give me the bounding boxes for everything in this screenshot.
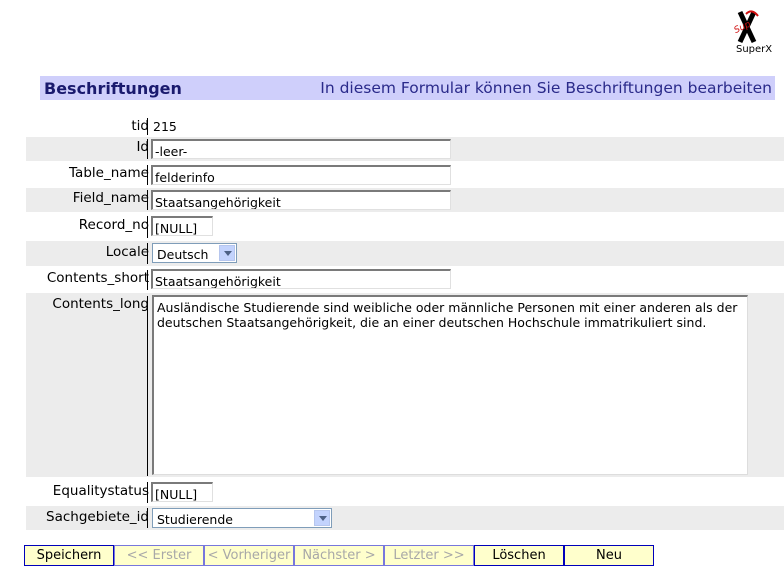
record-no-label: Record_no	[78, 217, 149, 233]
row-divider	[147, 296, 148, 476]
row-id: Id -leer-	[26, 137, 784, 161]
row-divider	[147, 118, 148, 135]
contents-short-field[interactable]: Staatsangehörigkeit	[151, 269, 451, 289]
form-header: Beschriftungen In diesem Formular können…	[40, 76, 775, 100]
sachgebiete-selected-value: Studierende	[157, 512, 233, 527]
chevron-down-icon[interactable]	[314, 510, 330, 526]
contents-long-label: Contents_long	[52, 296, 149, 312]
row-tid: tid 215	[26, 114, 784, 136]
save-button[interactable]: Speichern	[24, 545, 114, 566]
row-field-name: Field_name Staatsangehörigkeit	[26, 188, 784, 212]
locale-label: Locale	[105, 244, 149, 260]
row-equalitystatus: Equalitystatus [NULL]	[26, 478, 784, 505]
sachgebiete-id-label: Sachgebiete_id	[46, 509, 149, 525]
superx-logo-icon: Sup	[733, 10, 759, 44]
delete-button[interactable]: Löschen	[474, 545, 564, 566]
equalitystatus-label: Equalitystatus	[52, 483, 149, 499]
chevron-down-icon[interactable]	[219, 245, 235, 261]
new-button[interactable]: Neu	[564, 545, 654, 566]
page-subtitle: In diesem Formular können Sie Beschriftu…	[320, 79, 772, 97]
first-record-button[interactable]: << Erster	[114, 545, 204, 566]
row-divider	[147, 165, 148, 185]
sachgebiete-id-select[interactable]: Studierende	[152, 508, 332, 528]
row-divider	[147, 216, 148, 238]
row-divider	[147, 508, 148, 528]
row-divider	[147, 482, 148, 503]
contents-short-label: Contents_short	[46, 270, 149, 286]
field-name-label: Field_name	[72, 190, 149, 206]
equalitystatus-field[interactable]: [NULL]	[151, 482, 213, 502]
contents-long-textarea[interactable]: Ausländische Studierende sind weibliche …	[152, 295, 748, 475]
locale-select[interactable]: Deutsch	[152, 243, 237, 263]
row-contents-short: Contents_short Staatsangehörigkeit	[26, 267, 784, 292]
row-contents-long: Contents_long Ausländische Studierende s…	[26, 293, 784, 477]
last-record-button[interactable]: Letzter >>	[384, 545, 474, 566]
field-name-field[interactable]: Staatsangehörigkeit	[151, 190, 451, 210]
id-field[interactable]: -leer-	[151, 139, 451, 159]
row-divider	[147, 139, 148, 159]
row-table-name: Table_name felderinfo	[26, 162, 784, 187]
record-no-field[interactable]: [NULL]	[151, 216, 213, 236]
superx-logo: Sup SuperX	[732, 8, 778, 58]
previous-record-button[interactable]: < Vorheriger	[204, 545, 294, 566]
row-sachgebiete-id: Sachgebiete_id Studierende	[26, 506, 784, 530]
table-name-label: Table_name	[69, 165, 149, 181]
logo-label: SuperX	[736, 44, 773, 55]
row-divider	[147, 243, 148, 264]
row-divider	[147, 270, 148, 290]
locale-selected-value: Deutsch	[157, 247, 209, 262]
page-title: Beschriftungen	[44, 79, 182, 98]
next-record-button[interactable]: Nächster >	[294, 545, 384, 566]
row-locale: Locale Deutsch	[26, 241, 784, 266]
row-record-no: Record_no [NULL]	[26, 213, 784, 240]
row-divider	[147, 190, 148, 210]
table-name-field[interactable]: felderinfo	[151, 165, 451, 185]
tid-value: 215	[153, 119, 177, 134]
